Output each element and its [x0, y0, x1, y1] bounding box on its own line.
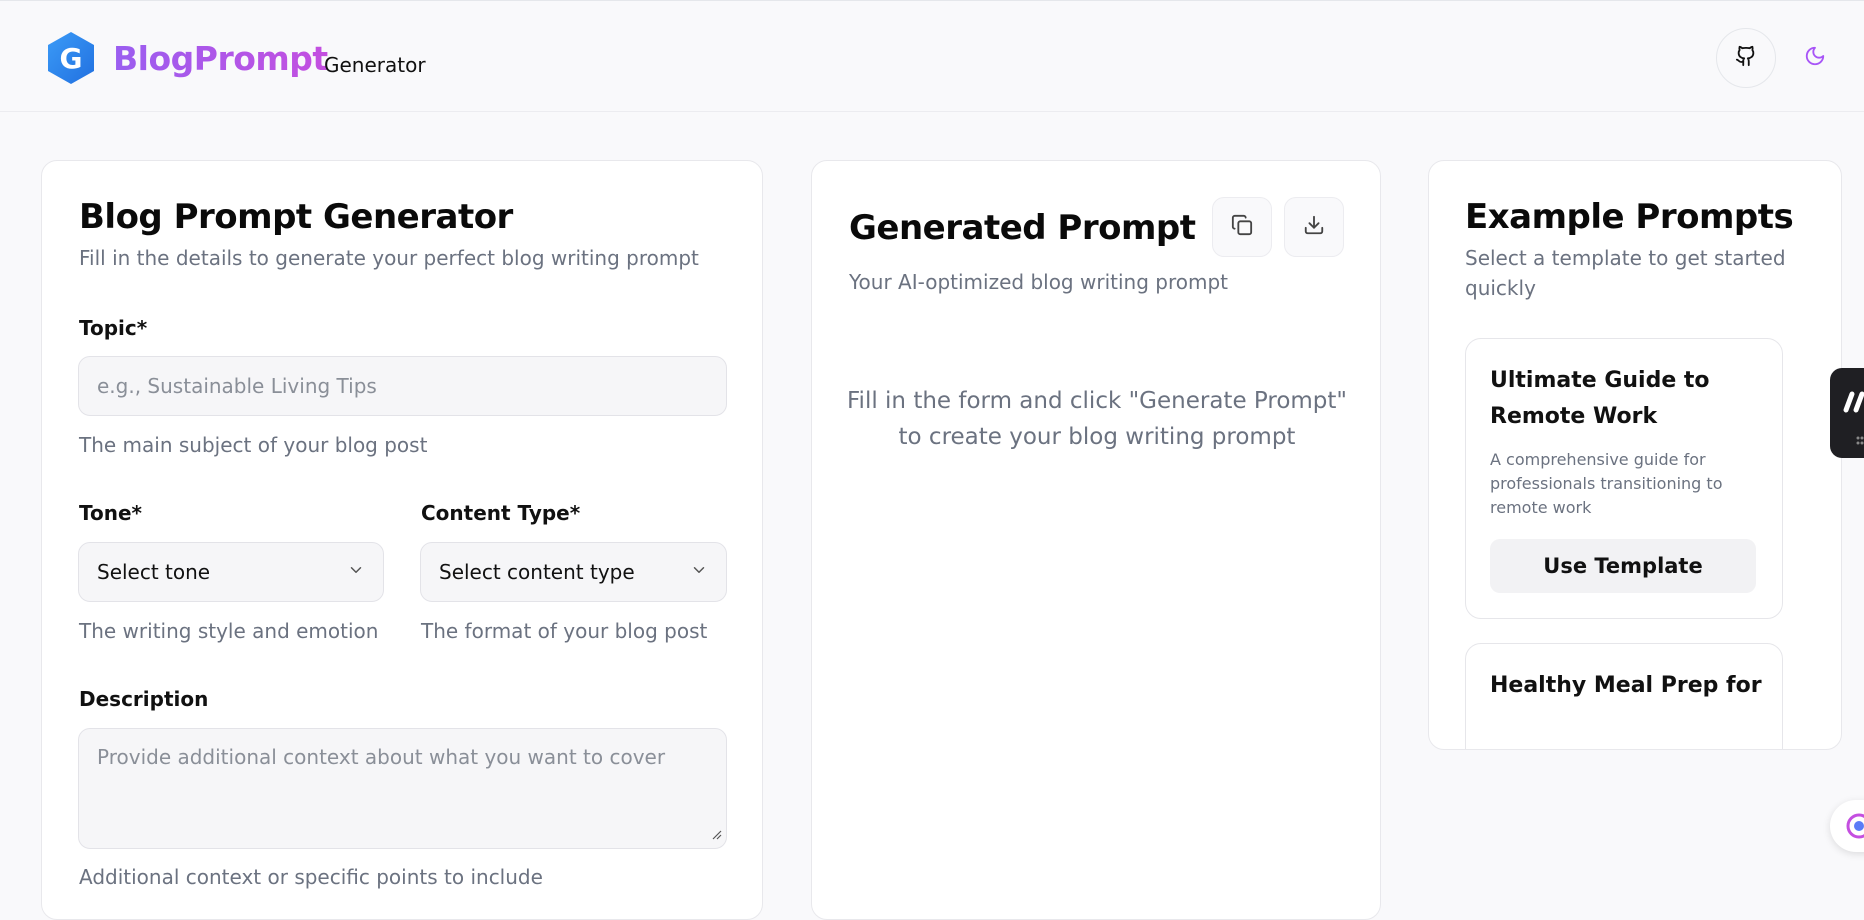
content-type-select[interactable]: Select content type [420, 542, 727, 602]
logo-icon[interactable]: G [46, 31, 96, 85]
output-title: Generated Prompt [849, 208, 1196, 248]
tone-help: The writing style and emotion [79, 619, 379, 643]
chevron-down-icon [347, 560, 365, 584]
tone-select[interactable]: Select tone [78, 542, 384, 602]
github-button[interactable] [1716, 28, 1776, 88]
examples-title: Example Prompts [1465, 197, 1794, 237]
description-label: Description [79, 687, 209, 711]
brand-name[interactable]: BlogPrompt [113, 39, 328, 78]
empty-state-message: Fill in the form and click "Generate Pro… [847, 388, 1347, 450]
brand-suffix: Generator [324, 53, 426, 77]
topic-help: The main subject of your blog post [79, 433, 428, 457]
content-type-label: Content Type* [421, 501, 581, 525]
download-button[interactable] [1284, 197, 1344, 257]
form-title: Blog Prompt Generator [79, 197, 513, 237]
logo-letter: G [60, 42, 83, 75]
tone-label: Tone* [79, 501, 142, 525]
download-icon [1303, 214, 1325, 240]
assistant-launcher-icon[interactable] [1830, 800, 1864, 852]
examples-subtitle: Select a template to get started quickly [1465, 246, 1786, 300]
tone-value: Select tone [97, 560, 211, 584]
content-type-value: Select content type [439, 560, 635, 584]
github-icon [1735, 45, 1757, 71]
example-prompts-card: Example Prompts Select a template to get… [1428, 160, 1842, 750]
form-subtitle: Fill in the details to generate your per… [79, 246, 699, 270]
generated-prompt-card: Generated Prompt Your AI-optimized blog … [811, 160, 1381, 920]
side-tool-widget[interactable] [1830, 368, 1864, 458]
moon-icon [1804, 45, 1826, 71]
topic-placeholder: e.g., Sustainable Living Tips [97, 374, 377, 398]
resize-handle-icon[interactable] [710, 821, 722, 845]
output-subtitle: Your AI-optimized blog writing prompt [849, 270, 1228, 294]
prompt-form-card: Blog Prompt Generator Fill in the detail… [41, 160, 763, 920]
theme-toggle-button[interactable] [1800, 43, 1830, 73]
use-template-button[interactable]: Use Template [1490, 539, 1756, 593]
copy-icon [1231, 214, 1253, 240]
template-card[interactable]: Ultimate Guide to Remote Work A comprehe… [1465, 338, 1783, 619]
topic-label: Topic* [79, 316, 148, 340]
template-description: A comprehensive guide for professionals … [1490, 450, 1723, 517]
description-textarea[interactable]: Provide additional context about what yo… [78, 728, 727, 849]
copy-button[interactable] [1212, 197, 1272, 257]
template-title: Ultimate Guide to Remote Work [1490, 368, 1710, 429]
content-type-help: The format of your blog post [421, 619, 708, 643]
template-card[interactable]: Healthy Meal Prep for [1465, 643, 1783, 749]
chevron-down-icon [690, 560, 708, 584]
description-help: Additional context or specific points to… [79, 865, 543, 889]
template-title: Healthy Meal Prep for [1490, 673, 1762, 698]
description-placeholder: Provide additional context about what yo… [97, 745, 666, 769]
app-header: G BlogPrompt Generator [0, 0, 1864, 112]
topic-input[interactable]: e.g., Sustainable Living Tips [78, 356, 727, 416]
